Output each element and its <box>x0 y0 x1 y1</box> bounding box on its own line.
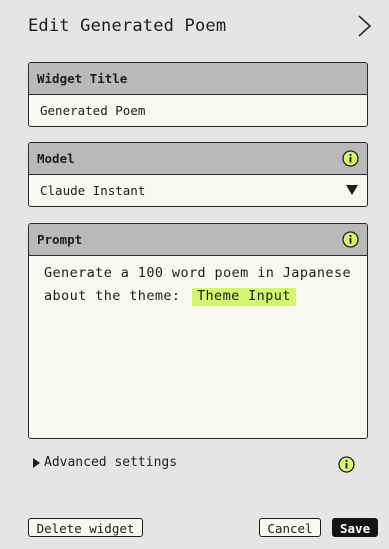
advanced-settings-label: Advanced settings <box>44 455 178 470</box>
model-select[interactable]: Claude Instant <box>29 175 367 206</box>
info-icon[interactable] <box>338 456 355 473</box>
widget-title-value: Generated Poem <box>40 103 146 118</box>
widget-title-panel: Widget Title Generated Poem <box>28 62 368 127</box>
prompt-textarea[interactable]: Generate a 100 word poem in Japanese abo… <box>29 256 367 438</box>
chevron-right-icon[interactable] <box>355 12 373 40</box>
model-panel: Model Claude Instant <box>28 142 368 207</box>
cancel-button[interactable]: Cancel <box>259 518 321 537</box>
prompt-label: Prompt <box>37 232 83 247</box>
save-button[interactable]: Save <box>332 518 378 537</box>
advanced-settings-toggle[interactable]: Advanced settings <box>33 453 177 473</box>
delete-widget-button[interactable]: Delete widget <box>28 518 143 537</box>
caret-down-icon[interactable] <box>346 185 358 195</box>
widget-title-input[interactable]: Generated Poem <box>29 95 367 126</box>
model-label: Model <box>37 151 75 166</box>
model-selected-value: Claude Instant <box>40 183 146 198</box>
caret-right-icon <box>33 457 40 468</box>
model-header: Model <box>29 143 367 175</box>
widget-title-label: Widget Title <box>37 71 128 86</box>
info-icon[interactable] <box>342 231 359 248</box>
page-title: Edit Generated Poem <box>28 16 227 36</box>
dialog-header: Edit Generated Poem <box>28 12 373 40</box>
prompt-header: Prompt <box>29 224 367 256</box>
info-icon[interactable] <box>342 150 359 167</box>
prompt-panel: Prompt Generate a 100 word poem in Japan… <box>28 223 368 439</box>
variable-chip-theme-input[interactable]: Theme Input <box>191 288 296 306</box>
widget-title-header: Widget Title <box>29 63 367 95</box>
